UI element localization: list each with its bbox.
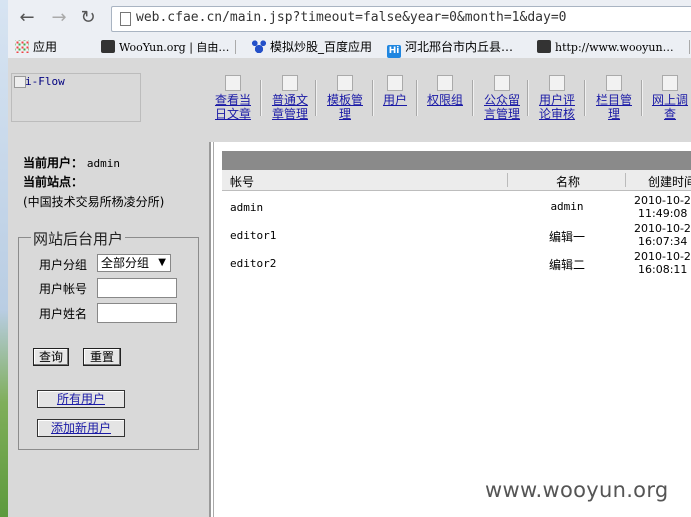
apps-grid-icon: [15, 40, 29, 53]
group-label: 用户分组: [39, 258, 88, 272]
logo: i-Flow: [11, 73, 141, 122]
baidu-paw-icon: [252, 40, 266, 53]
menu-divider: [315, 80, 317, 116]
menu-today-articles[interactable]: 查看当 日文章: [212, 75, 254, 121]
all-users-button[interactable]: 所有用户: [37, 390, 125, 408]
table-row[interactable]: editor1 编辑一 2010-10-2 16:07:34: [222, 221, 691, 249]
menu-divider: [260, 80, 262, 116]
add-user-button[interactable]: 添加新用户: [37, 419, 125, 437]
reset-button[interactable]: 重置: [83, 348, 121, 366]
menu-online-survey[interactable]: 网上调 查: [649, 75, 691, 121]
main-content: 帐号 名称 创建时间 admin admin 2010-10-2 11:49:08…: [213, 142, 691, 517]
menu-divider: [641, 80, 643, 116]
name-label: 用户姓名: [39, 307, 88, 321]
logo-alt-text: i-Flow: [25, 75, 65, 88]
broken-image-icon: [437, 75, 453, 91]
col-name[interactable]: 名称: [556, 173, 580, 190]
bookmark-divider: [689, 40, 690, 54]
cell-account: editor2: [230, 257, 277, 270]
account-input[interactable]: [97, 278, 177, 298]
menu-comment-review[interactable]: 用户评 论审核: [536, 75, 578, 121]
dropdown-arrow-icon: ▼: [158, 257, 166, 268]
menu-divider: [416, 80, 418, 116]
current-site-label: 当前站点：: [23, 175, 84, 189]
name-input[interactable]: [97, 303, 177, 323]
user-search-group: 网站后台用户 用户分组 全部分组 ▼ 用户帐号 用户姓名 查询 重置 所有用户 …: [18, 228, 199, 450]
cell-account: editor1: [230, 229, 277, 242]
browser-toolbar: ← → ↻ web.cfae.cn/main.jsp?timeout=false…: [8, 0, 691, 36]
hi-icon: Hi: [387, 45, 401, 58]
cell-name: admin: [550, 200, 584, 213]
menu-public-messages[interactable]: 公众留 言管理: [481, 75, 523, 121]
current-user-value: admin: [86, 157, 120, 170]
current-site-value: (中国技术交易所杨凌分所): [23, 195, 165, 209]
desktop-background: [0, 0, 8, 517]
grid-title-bar: [222, 151, 691, 170]
col-created[interactable]: 创建时间: [648, 173, 691, 190]
query-button[interactable]: 查询: [33, 348, 69, 366]
broken-image-icon: [606, 75, 622, 91]
bookmark-wooyun-url[interactable]: http://www.wooyun…: [537, 39, 674, 55]
bookmark-apps[interactable]: 应用: [15, 39, 57, 55]
cell-created: 2010-10-2 11:49:08: [634, 194, 691, 220]
bookmark-site-icon: [537, 40, 551, 53]
column-divider[interactable]: [625, 173, 626, 187]
cell-created: 2010-10-2 16:08:11: [634, 250, 691, 276]
current-user: 当前用户： admin: [23, 154, 120, 171]
broken-image-icon: [549, 75, 565, 91]
broken-image-icon: [337, 75, 353, 91]
address-bar[interactable]: web.cfae.cn/main.jsp?timeout=false&year=…: [111, 6, 691, 32]
table-row[interactable]: admin admin 2010-10-2 11:49:08: [222, 193, 691, 221]
group-title: 网站后台用户: [31, 228, 126, 249]
col-account[interactable]: 帐号: [230, 173, 254, 190]
broken-image-icon: [662, 75, 678, 91]
sidebar: 当前用户： admin 当前站点： (中国技术交易所杨凌分所) 网站后台用户 用…: [8, 142, 211, 517]
menu-divider: [584, 80, 586, 116]
bookmark-site-icon: [101, 40, 115, 53]
menu-users[interactable]: 用户: [381, 75, 409, 107]
broken-image-icon: [494, 75, 510, 91]
bookmark-wooyun[interactable]: WooYun.org | 自由…: [101, 39, 229, 55]
current-user-label: 当前用户：: [23, 156, 84, 170]
cell-created: 2010-10-2 16:07:34: [634, 222, 691, 248]
menu-divider: [472, 80, 474, 116]
cell-account: admin: [230, 201, 264, 214]
cell-name: 编辑二: [548, 258, 585, 272]
menu-divider: [372, 80, 374, 116]
menu-article-management[interactable]: 普通文 章管理: [269, 75, 311, 121]
bookmarks-bar: 应用 WooYun.org | 自由… 模拟炒股_百度应用 Hi 河北邢台市内丘县…: [8, 36, 691, 59]
account-label: 用户帐号: [39, 282, 88, 296]
url-text[interactable]: web.cfae.cn/main.jsp?timeout=false&year=…: [136, 10, 566, 25]
group-select[interactable]: 全部分组 ▼: [97, 254, 171, 272]
menu-divider: [527, 80, 529, 116]
watermark: www.wooyun.org: [485, 478, 669, 502]
bookmark-baidu[interactable]: 模拟炒股_百度应用: [252, 39, 372, 55]
menu-permission-groups[interactable]: 权限组: [425, 75, 465, 107]
broken-image-icon: [225, 75, 241, 91]
bookmark-divider: [235, 40, 236, 54]
menu-template-management[interactable]: 模板管 理: [324, 75, 366, 121]
reload-icon[interactable]: ↻: [77, 8, 99, 28]
forward-arrow-icon[interactable]: →: [48, 8, 70, 28]
bookmark-hebei[interactable]: Hi 河北邢台市内丘县…: [387, 39, 513, 58]
back-arrow-icon[interactable]: ←: [16, 8, 38, 28]
table-row[interactable]: editor2 编辑二 2010-10-2 16:08:11: [222, 249, 691, 277]
page-icon: [120, 12, 131, 26]
app-header: i-Flow 查看当 日文章 普通文 章管理 模板管 理 用户 权限组 公众留 …: [8, 58, 691, 142]
current-site: 当前站点：: [23, 173, 83, 190]
column-divider[interactable]: [507, 173, 508, 187]
grid-header: 帐号 名称 创建时间: [222, 170, 691, 191]
broken-image-icon: [282, 75, 298, 91]
cell-name: 编辑一: [548, 230, 585, 244]
menu-column-management[interactable]: 栏目管 理: [593, 75, 635, 121]
broken-image-icon: [387, 75, 403, 91]
